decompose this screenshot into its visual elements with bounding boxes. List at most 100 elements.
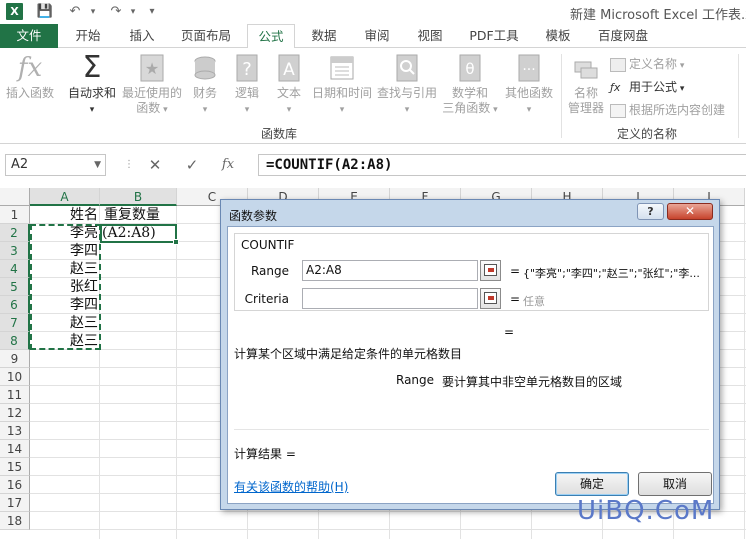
name-box[interactable]: A2 ▼: [5, 154, 106, 176]
range-label: Range: [250, 264, 289, 278]
criteria-input[interactable]: [302, 288, 478, 309]
tab-templates[interactable]: 模板: [537, 24, 579, 48]
tab-home[interactable]: 开始: [66, 24, 110, 48]
formula-bar: A2 ▼ ⋮ ✕ ✓ fx =COUNTIF(A2:A8): [0, 150, 746, 180]
row-header-3[interactable]: 3: [0, 242, 30, 260]
recently-used-button[interactable]: ★ 最近使用的 函数 ▾: [120, 52, 184, 118]
row-header-14[interactable]: 14: [0, 440, 30, 458]
math-trig-button[interactable]: θ 数学和 三角函数 ▾: [442, 52, 498, 118]
tab-baidu-netdisk[interactable]: 百度网盘: [591, 24, 655, 48]
dialog-help-button[interactable]: ?: [637, 203, 664, 220]
more-functions-button[interactable]: ··· 其他函数 ▾: [502, 52, 556, 118]
tab-data[interactable]: 数据: [303, 24, 345, 48]
window-title: 新建 Microsoft Excel 工作表.xls: [570, 8, 746, 23]
function-description: 计算某个区域中满足给定条件的单元格数目: [234, 347, 463, 361]
select-all-corner[interactable]: [0, 188, 30, 206]
question-book-icon: ?: [232, 52, 262, 84]
define-name-icon: [610, 57, 626, 72]
row-header-18[interactable]: 18: [0, 512, 30, 530]
lookup-reference-button[interactable]: 查找与引用 ▾: [376, 52, 438, 118]
more-functions-icon: ···: [514, 52, 544, 84]
undo-dropdown-icon[interactable]: ▾: [84, 3, 102, 21]
enter-icon[interactable]: ✓: [181, 155, 203, 175]
financial-button[interactable]: 财务 ▾: [188, 52, 222, 118]
cancel-icon[interactable]: ✕: [144, 155, 166, 175]
name-manager-button[interactable]: 名称 管理器: [564, 52, 608, 116]
column-gridline: [744, 206, 745, 539]
range-input[interactable]: A2:A8: [302, 260, 478, 281]
tab-page-layout[interactable]: 页面布局: [174, 24, 238, 48]
text-button[interactable]: A 文本 ▾: [272, 52, 306, 118]
tab-file[interactable]: 文件: [0, 24, 58, 48]
calendar-icon: [327, 52, 357, 84]
row-header-7[interactable]: 7: [0, 314, 30, 332]
calculation-result: 计算结果 =: [234, 447, 296, 461]
function-arguments-dialog: 函数参数 ? ✕ COUNTIF Range A2:A8 = {"李亮";"李四…: [220, 199, 720, 510]
tab-insert[interactable]: 插入: [120, 24, 164, 48]
insert-function-icon[interactable]: fx: [217, 155, 239, 175]
row-header-9[interactable]: 9: [0, 350, 30, 368]
cancel-button[interactable]: 取消: [638, 472, 712, 496]
theta-book-icon: θ: [455, 52, 485, 84]
tab-formulas[interactable]: 公式: [247, 24, 295, 49]
function-help-link[interactable]: 有关该函数的帮助(H): [234, 478, 348, 495]
redo-dropdown-icon[interactable]: ▾: [124, 3, 142, 21]
tab-view[interactable]: 视图: [409, 24, 451, 48]
row-header-11[interactable]: 11: [0, 386, 30, 404]
name-manager-label-2: 管理器: [567, 101, 604, 115]
tab-pdf-tools[interactable]: PDF工具: [463, 24, 525, 48]
formula-bar-grip-icon: ⋮: [124, 159, 134, 170]
row-header-13[interactable]: 13: [0, 422, 30, 440]
column-header-a[interactable]: A: [30, 188, 100, 206]
row-header-12[interactable]: 12: [0, 404, 30, 422]
redo-icon[interactable]: ↷: [107, 3, 125, 21]
name-manager-label-1: 名称: [573, 86, 598, 100]
row-header-17[interactable]: 17: [0, 494, 30, 512]
row-header-6[interactable]: 6: [0, 296, 30, 314]
date-time-button[interactable]: 日期和时间 ▾: [310, 52, 374, 118]
criteria-preview: 任意: [523, 295, 545, 308]
row-header-15[interactable]: 15: [0, 458, 30, 476]
criteria-label: Criteria: [244, 292, 289, 306]
column-header-b[interactable]: B: [100, 188, 177, 206]
active-cell-border: [100, 224, 177, 243]
customize-qat-icon[interactable]: ▾: [143, 3, 161, 21]
criteria-collapse-button[interactable]: [480, 288, 501, 309]
name-box-dropdown-icon[interactable]: ▼: [94, 155, 101, 175]
autosum-button[interactable]: Σ 自动求和 ▾: [64, 52, 120, 118]
excel-logo-icon[interactable]: X: [6, 3, 23, 20]
row-header-4[interactable]: 4: [0, 260, 30, 278]
create-from-selection-button[interactable]: 根据所选内容创建: [610, 100, 725, 120]
dialog-close-button[interactable]: ✕: [667, 203, 713, 220]
row-header-10[interactable]: 10: [0, 368, 30, 386]
fill-handle[interactable]: [173, 239, 179, 245]
insert-function-button[interactable]: fx 插入函数: [4, 52, 56, 101]
row-header-2[interactable]: 2: [0, 224, 30, 242]
row-header-1[interactable]: 1: [0, 206, 30, 224]
svg-text:θ: θ: [465, 60, 474, 78]
ok-button[interactable]: 确定: [555, 472, 629, 496]
range-collapse-button[interactable]: [480, 260, 501, 281]
undo-icon[interactable]: ↶: [66, 3, 84, 21]
use-in-formula-button[interactable]: ƒx 用于公式 ▾: [610, 77, 684, 97]
argument-name: Range: [396, 373, 435, 387]
save-icon[interactable]: 💾: [36, 3, 54, 21]
coins-icon: [190, 52, 220, 84]
sigma-icon: Σ: [82, 50, 102, 85]
row-header-16[interactable]: 16: [0, 476, 30, 494]
row-header-8[interactable]: 8: [0, 332, 30, 350]
row-header-5[interactable]: 5: [0, 278, 30, 296]
logical-button[interactable]: ? 逻辑 ▾: [230, 52, 264, 118]
name-box-value: A2: [11, 157, 29, 172]
cell-a1[interactable]: 姓名: [30, 206, 98, 224]
math-label-1: 数学和: [451, 86, 488, 100]
name-tags-icon: [571, 52, 601, 84]
cell-b1[interactable]: 重复数量: [104, 206, 178, 224]
ribbon-formulas: fx 插入函数 Σ 自动求和 ▾ ★ 最近使用的 函数 ▾ 财务 ▾ ? 逻辑 ▾ A …: [0, 48, 746, 144]
fx-icon: fx: [17, 53, 43, 83]
formula-input[interactable]: =COUNTIF(A2:A8): [258, 154, 746, 176]
tab-review[interactable]: 审阅: [356, 24, 398, 48]
svg-text:?: ?: [242, 59, 252, 80]
range-equals: =: [510, 264, 521, 278]
define-name-button[interactable]: 定义名称 ▾: [610, 54, 684, 74]
